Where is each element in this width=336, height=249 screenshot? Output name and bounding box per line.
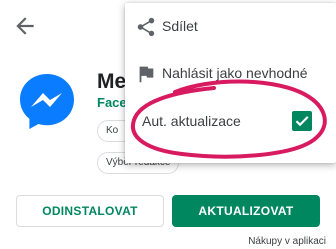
overflow-menu: Sdílet Nahlásit jako nevhodné Aut. aktua…: [125, 3, 336, 163]
app-developer-link[interactable]: Face: [97, 95, 127, 110]
auto-update-checkbox[interactable]: [292, 111, 312, 131]
menu-item-report[interactable]: Nahlásit jako nevhodné: [125, 50, 336, 98]
uninstall-button[interactable]: ODINSTALOVAT: [16, 195, 164, 227]
update-button[interactable]: AKTUALIZOVAT: [172, 195, 320, 227]
menu-item-auto-update-label: Aut. aktualizace: [142, 113, 241, 129]
menu-item-share-label: Sdílet: [162, 18, 198, 34]
back-arrow-icon[interactable]: [12, 13, 38, 39]
in-app-purchases-label: Nákupy v aplikaci: [248, 236, 326, 247]
checkmark-icon: [295, 116, 309, 127]
menu-item-report-label: Nahlásit jako nevhodné: [162, 65, 308, 81]
messenger-app-icon: [20, 74, 74, 129]
menu-item-share[interactable]: Sdílet: [125, 3, 336, 51]
flag-icon: [139, 66, 154, 83]
share-icon: [137, 17, 155, 37]
